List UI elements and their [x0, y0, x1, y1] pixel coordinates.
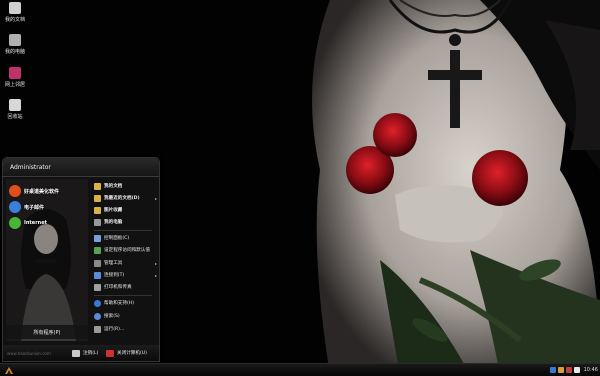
log-off-label: 注销(L): [83, 351, 99, 356]
desktop-icon-label: 网上邻居: [4, 82, 25, 88]
pinned-item-beautify[interactable]: 好桌道美化软件: [9, 184, 59, 198]
run-icon: [94, 325, 101, 333]
menu-item-label: 搜索(S): [104, 314, 120, 319]
desktop-icon-recycle-bin[interactable]: 回收站: [0, 99, 30, 120]
menu-item-connect-to[interactable]: 连接到(T) ▸: [94, 270, 157, 280]
desktop-icon-label: 回收站: [7, 114, 23, 120]
system-links-panel: 我的文档 我最近的文档(D) ▸ 图片收藏 我的电脑 控制面板(C) 设定程序访…: [91, 179, 157, 341]
submenu-arrow-icon: ▸: [154, 260, 157, 266]
pinned-item-label: 电子邮件: [24, 204, 45, 211]
menu-item-admin-tools[interactable]: 管理工具 ▸: [94, 258, 157, 268]
menu-item-search[interactable]: 搜索(S): [94, 311, 156, 321]
folder-icon: [94, 182, 101, 190]
menu-item-label: 打印机和传真: [104, 285, 132, 290]
pinned-item-internet[interactable]: Internet: [9, 216, 47, 230]
system-tray: 10:46: [549, 365, 598, 375]
menu-item-label: 控制面板(C): [104, 236, 130, 241]
menu-item-control-panel[interactable]: 控制面板(C): [94, 233, 156, 243]
tray-icon-2[interactable]: [557, 367, 564, 373]
pinned-item-email[interactable]: 电子邮件: [9, 200, 44, 214]
start-button[interactable]: [2, 365, 16, 375]
shut-down-label: 关闭计算机(U): [117, 351, 147, 356]
menu-item-label: 管理工具: [104, 261, 123, 266]
desktop-icon-network-places[interactable]: 网上邻居: [0, 67, 30, 88]
beautify-app-icon: [9, 185, 21, 197]
pinned-item-label: 好桌道美化软件: [24, 188, 60, 195]
tray-icon-4[interactable]: [573, 367, 580, 373]
search-icon: [94, 312, 101, 320]
menu-item-label: 运行(R)...: [104, 327, 125, 332]
tray-icon-1[interactable]: [549, 367, 556, 373]
shut-down-button[interactable]: 关闭计算机(U): [106, 349, 147, 357]
menu-item-label: 我最近的文档(D): [104, 196, 140, 201]
menu-item-label: 帮助和支持(H): [104, 301, 135, 306]
start-menu: Administrator 好桌道美化软件 电子邮件 Internet 所有程序…: [2, 157, 160, 362]
submenu-arrow-icon: ▸: [154, 195, 157, 201]
submenu-arrow-icon: ▸: [154, 272, 157, 278]
menu-item-label: 设定程序访问和默认值: [104, 248, 150, 253]
control-panel-icon: [94, 234, 101, 242]
recent-docs-icon: [94, 194, 101, 202]
menu-item-printers[interactable]: 打印机和传真: [94, 282, 156, 292]
menu-item-program-access[interactable]: 设定程序访问和默认值: [94, 245, 156, 255]
menu-separator: [94, 295, 152, 296]
start-menu-header: Administrator: [3, 158, 159, 177]
menu-separator: [94, 230, 152, 231]
recycle-bin-icon: [9, 99, 21, 111]
menu-item-help[interactable]: 帮助和支持(H): [94, 298, 156, 308]
internet-icon: [9, 217, 21, 229]
pinned-programs-panel: 好桌道美化软件 电子邮件 Internet: [6, 179, 88, 341]
watermark-text: www.haodsunion.com: [7, 351, 51, 356]
log-off-button[interactable]: 注销(L): [72, 349, 98, 357]
menu-item-my-computer[interactable]: 我的电脑: [94, 217, 156, 227]
user-name: Administrator: [10, 164, 51, 171]
pinned-item-label: Internet: [24, 220, 48, 226]
menu-item-my-documents[interactable]: 我的文档: [94, 181, 156, 191]
my-computer-icon: [9, 34, 21, 46]
printer-icon: [94, 283, 101, 291]
desktop-icon-label: 我的文档: [4, 17, 25, 23]
menu-item-label: 图片收藏: [104, 208, 123, 213]
start-logo-icon: [5, 366, 13, 374]
log-off-icon: [72, 349, 80, 357]
menu-item-label: 我的文档: [104, 184, 123, 189]
menu-item-recent-documents[interactable]: 我最近的文档(D) ▸: [94, 193, 157, 203]
desktop-icon-label: 我的电脑: [4, 49, 25, 55]
taskbar: 10:46: [0, 363, 600, 376]
menu-item-label: 连接到(T): [104, 273, 125, 278]
desktop-icon-my-documents[interactable]: 我的文档: [0, 2, 30, 23]
connect-icon: [94, 271, 101, 279]
power-icon: [106, 349, 114, 357]
all-programs-button[interactable]: 所有程序(P): [6, 325, 88, 339]
menu-item-label: 我的电脑: [104, 220, 123, 225]
program-access-icon: [94, 246, 101, 254]
admin-tools-icon: [94, 259, 101, 267]
pictures-icon: [94, 206, 101, 214]
menu-item-run[interactable]: 运行(R)...: [94, 324, 156, 334]
desktop-icon-my-computer[interactable]: 我的电脑: [0, 34, 30, 55]
clock[interactable]: 10:46: [584, 367, 598, 373]
computer-icon: [94, 218, 101, 226]
my-documents-icon: [9, 2, 21, 14]
email-icon: [9, 201, 21, 213]
menu-item-pictures[interactable]: 图片收藏: [94, 205, 156, 215]
help-icon: [94, 299, 101, 307]
network-places-icon: [9, 67, 21, 79]
tray-icon-3[interactable]: [565, 367, 572, 373]
